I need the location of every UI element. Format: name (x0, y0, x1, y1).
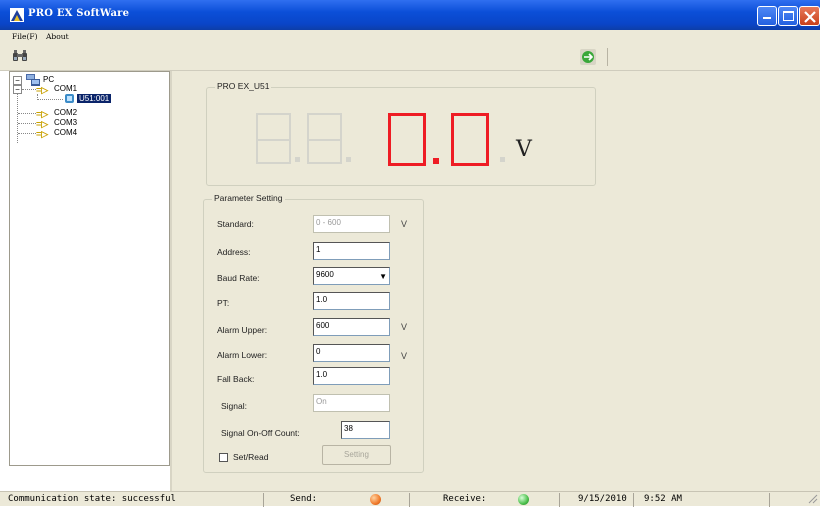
seven-seg-digit-4 (451, 113, 489, 166)
baud-rate-select[interactable]: 9600 ▼ (313, 267, 390, 285)
alarm-lower-check-mark: V (401, 351, 408, 361)
tree-expander-pc[interactable]: − (13, 76, 22, 85)
maximize-icon (783, 11, 794, 21)
status-date: 9/15/2010 (564, 493, 634, 507)
toolbar-separator (607, 48, 608, 66)
communication-state: Communication state: successful (0, 493, 264, 507)
parameter-group: Parameter Setting Standard: 0 - 600 V Ad… (203, 193, 424, 473)
title-bar: PRO EX SoftWare (0, 0, 820, 30)
alarm-lower-input[interactable]: 0 (313, 344, 390, 362)
tree-line (22, 89, 36, 90)
set-read-label: Set/Read (233, 452, 269, 462)
maximize-button[interactable] (778, 6, 798, 26)
pt-label: PT: (217, 298, 230, 308)
fall-back-input[interactable]: 1.0 (313, 367, 390, 385)
receive-label: Receive: (414, 493, 560, 507)
decimal-point-4 (500, 157, 505, 162)
dropdown-arrow-icon[interactable]: ▼ (379, 271, 387, 282)
receive-indicator-icon (518, 494, 529, 505)
signal-field: On (313, 394, 390, 412)
address-input[interactable]: 1 (313, 242, 390, 260)
tree-node-com2[interactable]: COM2 (52, 108, 79, 118)
set-read-checkbox[interactable] (219, 453, 228, 462)
standard-label: Standard: (217, 219, 254, 229)
minimize-button[interactable] (757, 6, 777, 26)
toolbar (0, 44, 820, 71)
tree-line (37, 99, 63, 100)
connect-icon[interactable] (580, 49, 596, 65)
standard-field: 0 - 600 (313, 215, 390, 233)
tree-node-com3[interactable]: COM3 (52, 118, 79, 128)
decimal-point-2 (346, 157, 351, 162)
alarm-upper-input[interactable]: 600 (313, 318, 390, 336)
menu-bar: File(F) About (0, 30, 820, 44)
menu-file[interactable]: File(F) (12, 32, 38, 41)
signal-count-input[interactable]: 38 (341, 421, 390, 439)
alarm-upper-check-mark: V (401, 322, 408, 332)
send-indicator-icon (370, 494, 381, 505)
pt-input[interactable]: 1.0 (313, 292, 390, 310)
tree-node-device[interactable]: U51:001 (77, 94, 112, 104)
resize-grip-icon[interactable] (808, 494, 818, 504)
standard-check-mark: V (401, 219, 408, 229)
display-group-title: PRO EX_U51 (215, 81, 272, 91)
tree-expander-com1[interactable]: − (13, 85, 22, 94)
tree-line (18, 123, 36, 124)
signal-label: Signal: (221, 401, 247, 411)
decimal-point-3 (433, 158, 439, 164)
close-button[interactable] (799, 6, 820, 26)
tree-line (18, 133, 36, 134)
binoculars-icon[interactable] (12, 49, 28, 63)
alarm-lower-label: Alarm Lower: (217, 350, 268, 360)
minimize-icon (763, 17, 771, 19)
fall-back-label: Fall Back: (217, 374, 255, 384)
signal-count-label: Signal On-Off Count: (221, 428, 300, 438)
status-bar: Communication state: successful Send: Re… (0, 491, 820, 507)
parameter-group-title: Parameter Setting (212, 193, 285, 203)
baud-rate-label: Baud Rate: (217, 273, 260, 283)
device-icon (65, 94, 74, 103)
seven-seg-digit-3 (388, 113, 426, 166)
tree-node-com4[interactable]: COM4 (52, 128, 79, 138)
baud-rate-value: 9600 (316, 270, 334, 279)
decimal-point-1 (295, 157, 300, 162)
tree-line (17, 86, 18, 143)
port-icon: =▷ (36, 129, 49, 139)
seven-seg-digit-1 (256, 113, 291, 164)
close-icon (804, 11, 816, 23)
main-panel: PRO EX_U51 V Parameter Setting Standard:… (172, 71, 820, 491)
device-tree: − PC − =▷ COM1 U51:001 =▷ COM2 =▷ COM3 =… (9, 71, 170, 466)
alarm-upper-label: Alarm Upper: (217, 325, 268, 335)
setting-button[interactable]: Setting (322, 445, 391, 465)
address-label: Address: (217, 247, 251, 257)
status-time: 9:52 AM (638, 493, 770, 507)
unit-label: V (516, 137, 532, 162)
tree-line (18, 113, 36, 114)
menu-about[interactable]: About (46, 32, 69, 41)
window-title: PRO EX SoftWare (28, 8, 130, 19)
seven-seg-digit-2 (307, 113, 342, 164)
send-label: Send: (268, 493, 410, 507)
app-icon (10, 8, 24, 22)
display-group: PRO EX_U51 V (206, 81, 596, 186)
